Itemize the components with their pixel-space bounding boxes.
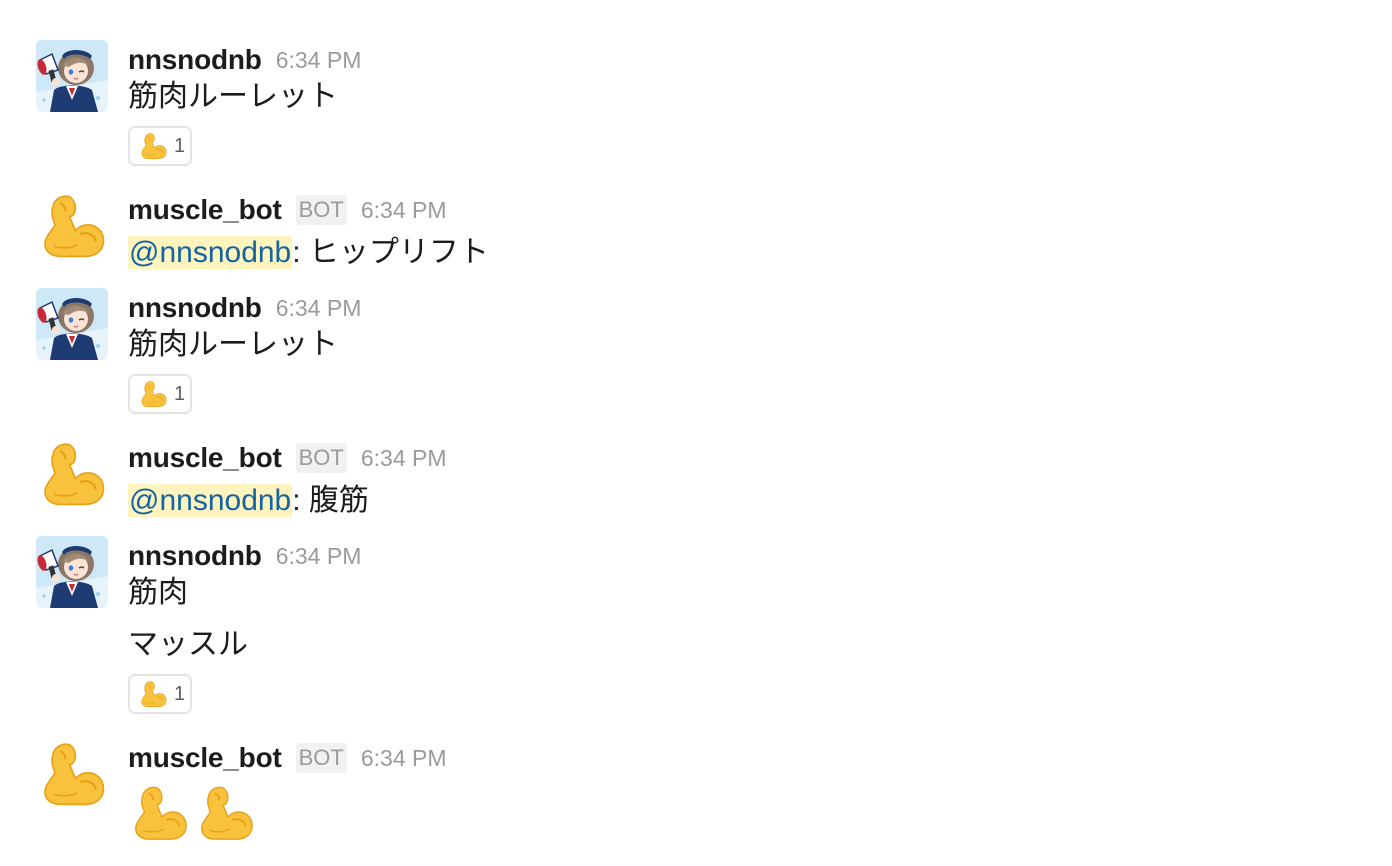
avatar[interactable] — [36, 40, 108, 112]
user-avatar-icon — [36, 536, 108, 608]
message-text: 筋肉ルーレット — [128, 328, 338, 361]
message-text: @nnsnodnb: 腹筋 — [128, 481, 1392, 521]
flexed-biceps-icon — [36, 438, 108, 510]
sender-name[interactable]: nnsnodnb — [128, 540, 262, 572]
avatar[interactable] — [36, 536, 108, 608]
message-body: : ヒップリフト — [292, 236, 489, 269]
sender-name[interactable]: nnsnodnb — [128, 44, 262, 76]
flexed-biceps-icon — [138, 131, 168, 161]
timestamp[interactable]: 6:34 PM — [276, 295, 362, 322]
user-mention[interactable]: @nnsnodnb — [128, 236, 293, 269]
message-text: @nnsnodnb: ヒップリフト — [128, 233, 1392, 273]
bot-badge: BOT — [295, 195, 347, 225]
sender-name[interactable]: muscle_bot — [128, 742, 282, 774]
avatar[interactable] — [36, 738, 108, 810]
flexed-biceps-icon — [36, 738, 108, 810]
message-text: 筋肉 — [128, 576, 188, 609]
sender-name[interactable]: muscle_bot — [128, 194, 282, 226]
avatar[interactable] — [36, 190, 108, 262]
flexed-biceps-icon — [194, 782, 256, 844]
avatar[interactable] — [36, 288, 108, 360]
user-avatar-icon — [36, 288, 108, 360]
bot-badge: BOT — [295, 443, 347, 473]
message-text: マッスル — [128, 628, 248, 661]
flexed-biceps-icon — [36, 190, 108, 262]
timestamp[interactable]: 6:34 PM — [276, 543, 362, 570]
message-body: : 腹筋 — [292, 484, 369, 517]
reaction-button[interactable]: 1 — [128, 126, 192, 166]
reaction-count: 1 — [174, 134, 186, 157]
reaction-count: 1 — [174, 382, 186, 405]
bot-badge: BOT — [295, 743, 347, 773]
sender-name[interactable]: muscle_bot — [128, 442, 282, 474]
flexed-biceps-icon — [138, 679, 168, 709]
flexed-biceps-icon — [128, 782, 190, 844]
emoji-message — [128, 782, 1392, 846]
timestamp[interactable]: 6:34 PM — [361, 745, 447, 772]
timestamp[interactable]: 6:34 PM — [361, 445, 447, 472]
timestamp[interactable]: 6:34 PM — [276, 47, 362, 74]
message-text: 筋肉ルーレット — [128, 80, 338, 113]
avatar[interactable] — [36, 438, 108, 510]
reaction-count: 1 — [174, 682, 186, 705]
message-feed: nnsnodnb 6:34 PM 筋肉ルーレット 1 muscle_bot BO… — [0, 0, 1392, 866]
timestamp[interactable]: 6:34 PM — [361, 197, 447, 224]
reaction-button[interactable]: 1 — [128, 674, 192, 714]
user-avatar-icon — [36, 40, 108, 112]
user-mention[interactable]: @nnsnodnb — [128, 484, 293, 517]
sender-name[interactable]: nnsnodnb — [128, 292, 262, 324]
reaction-button[interactable]: 1 — [128, 374, 192, 414]
flexed-biceps-icon — [138, 379, 168, 409]
